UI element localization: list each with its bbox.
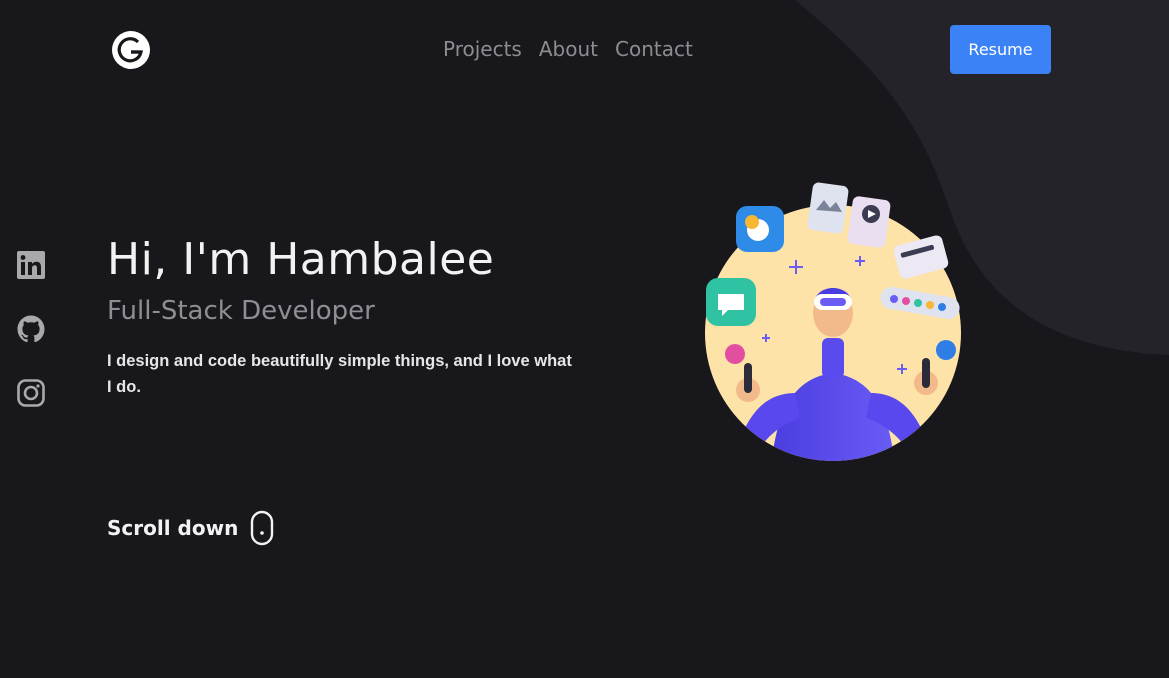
linkedin-icon (17, 251, 45, 279)
github-link[interactable] (16, 314, 46, 346)
nav-about[interactable]: About (539, 36, 598, 62)
hero-role: Full-Stack Developer (107, 296, 375, 326)
instagram-link[interactable] (16, 378, 46, 410)
nav-projects[interactable]: Projects (443, 36, 522, 62)
hero-title: Hi, I'm Hambalee (107, 234, 495, 285)
github-icon (17, 315, 45, 343)
background-blob (795, 0, 1169, 355)
hero-description: I design and code beautifully simple thi… (107, 352, 572, 396)
scroll-down-link[interactable]: Scroll down (107, 510, 274, 546)
scroll-down-label: Scroll down (107, 516, 239, 540)
vr-developer-illustration (705, 182, 961, 461)
resume-button[interactable]: Resume (950, 25, 1051, 74)
instagram-icon (17, 379, 45, 407)
nav-contact[interactable]: Contact (615, 36, 693, 62)
social-links (16, 250, 46, 410)
main-nav: Projects About Contact (443, 36, 693, 62)
logo[interactable] (111, 30, 151, 70)
linkedin-link[interactable] (16, 250, 46, 282)
mouse-icon (251, 510, 274, 546)
g-logo-icon (112, 31, 150, 69)
